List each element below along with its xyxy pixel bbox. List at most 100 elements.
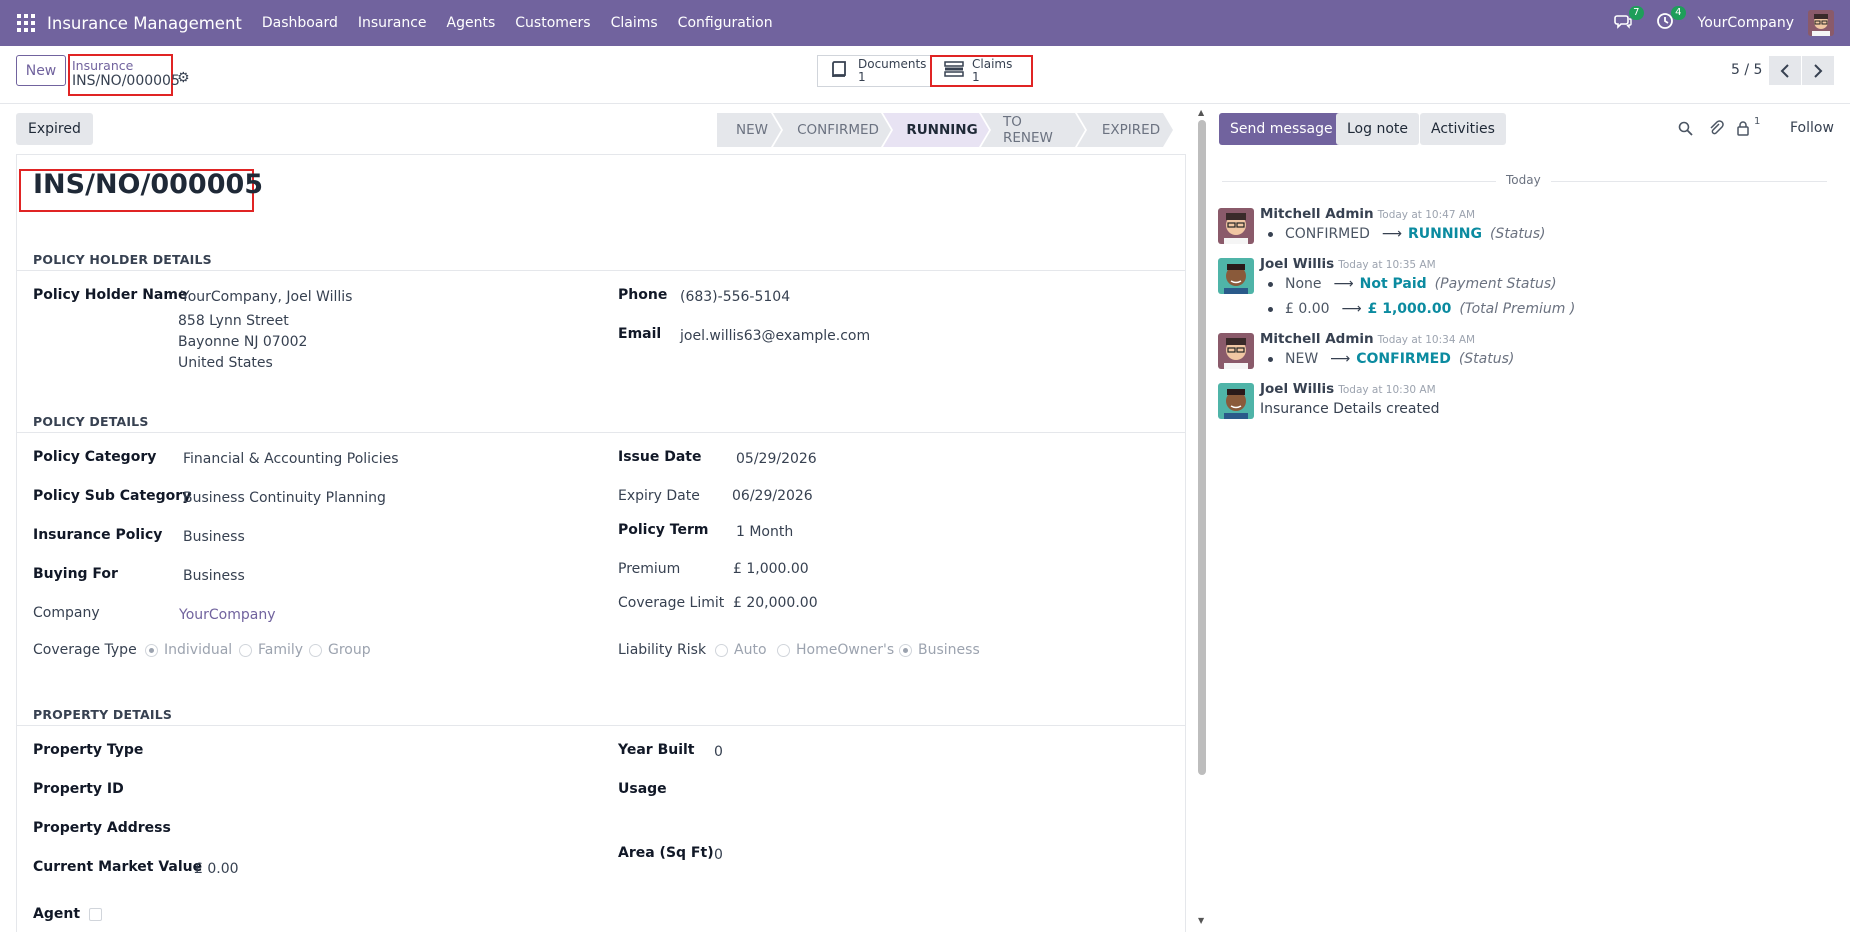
section-divider — [17, 725, 1185, 726]
holder-section-title: POLICY HOLDER DETAILS — [33, 252, 212, 267]
followers-lock-icon[interactable]: 1 — [1736, 116, 1760, 140]
claims-count: 1 — [972, 70, 980, 84]
apps-menu-icon[interactable] — [17, 14, 35, 32]
company-link[interactable]: YourCompany — [179, 607, 276, 623]
market-value-label: Current Market Value — [33, 859, 203, 875]
tracking-line: None ⟶ Not Paid (Payment Status) — [1268, 276, 1557, 292]
avatar[interactable] — [1218, 258, 1254, 294]
tracking-line: NEW ⟶ CONFIRMED (Status) — [1268, 351, 1514, 367]
activities-badge: 4 — [1671, 6, 1686, 20]
expiry-date-field[interactable]: 06/29/2026 — [732, 488, 813, 504]
address-line-2: Bayonne NJ 07002 — [178, 334, 308, 350]
gear-icon[interactable]: ⚙ — [177, 70, 190, 86]
paperclip-icon[interactable] — [1708, 120, 1724, 140]
author-name[interactable]: Mitchell Admin — [1260, 331, 1374, 347]
tracking-line: £ 0.00 ⟶ £ 1,000.00 (Total Premium ) — [1268, 301, 1575, 317]
message-author: Mitchell Admin Today at 10:47 AM — [1260, 206, 1475, 222]
policy-category-field[interactable]: Financial & Accounting Policies — [183, 451, 399, 467]
expiry-date-label: Expiry Date — [618, 488, 700, 504]
send-message-button[interactable]: Send message — [1219, 113, 1344, 145]
menu-dashboard[interactable]: Dashboard — [262, 15, 338, 31]
pager-next-button[interactable] — [1802, 56, 1834, 85]
liability-homeowner-radio[interactable]: HomeOwner's — [777, 642, 894, 658]
follow-button[interactable]: Follow — [1790, 120, 1834, 136]
area-label: Area (Sq Ft) — [618, 845, 714, 861]
premium-label: Premium — [618, 561, 681, 577]
activities-button[interactable]: Activities — [1420, 113, 1506, 145]
coverage-family-radio[interactable]: Family — [239, 642, 303, 658]
company-switcher[interactable]: YourCompany — [1698, 15, 1795, 31]
avatar[interactable] — [1218, 333, 1254, 369]
search-icon[interactable] — [1678, 121, 1693, 140]
stage-running[interactable]: RUNNING — [883, 113, 989, 147]
messages-icon[interactable]: 7 — [1613, 6, 1644, 34]
stage-expired[interactable]: EXPIRED — [1077, 113, 1173, 147]
field-name: (Status) — [1458, 351, 1515, 367]
policy-section-title: POLICY DETAILS — [33, 414, 149, 429]
liability-business-radio[interactable]: Business — [899, 642, 980, 658]
address-line-1: 858 Lynn Street — [178, 313, 289, 329]
stage-to-renew[interactable]: TO RENEW — [981, 113, 1085, 147]
menu-insurance[interactable]: Insurance — [358, 15, 427, 31]
usage-label: Usage — [618, 781, 667, 797]
new-value: CONFIRMED — [1356, 351, 1451, 367]
new-value: RUNNING — [1407, 226, 1482, 242]
buying-for-field[interactable]: Business — [183, 568, 245, 584]
coverage-limit-field[interactable]: £ 20,000.00 — [733, 595, 818, 611]
bullet — [1268, 356, 1273, 362]
menu-customers[interactable]: Customers — [515, 15, 590, 31]
breadcrumb-parent-link[interactable]: Insurance — [72, 59, 169, 72]
area-field[interactable]: 0 — [714, 847, 723, 863]
documents-smart-button[interactable]: Documents 1 — [817, 55, 931, 87]
phone-field[interactable]: (683)-556-5104 — [680, 289, 790, 305]
author-name[interactable]: Mitchell Admin — [1260, 206, 1374, 222]
expired-button[interactable]: Expired — [16, 113, 93, 145]
insurance-policy-field[interactable]: Business — [183, 529, 245, 545]
scroll-down-arrow[interactable]: ▼ — [1198, 916, 1204, 925]
policy-term-field[interactable]: 1 Month — [736, 524, 793, 540]
policy-sub-category-field[interactable]: Business Continuity Planning — [183, 490, 386, 506]
email-label: Email — [618, 326, 662, 342]
year-built-label: Year Built — [618, 742, 695, 758]
year-built-field[interactable]: 0 — [714, 744, 723, 760]
arrow-right-icon: ⟶ — [1381, 226, 1402, 242]
form-scrollbar[interactable] — [1198, 120, 1206, 775]
user-avatar[interactable] — [1808, 10, 1834, 36]
status-row: Expired NEW CONFIRMED RUNNING TO RENEW E… — [16, 113, 1186, 145]
author-name[interactable]: Joel Willis — [1260, 381, 1334, 397]
coverage-individual-radio[interactable]: Individual — [145, 642, 232, 658]
agent-checkbox[interactable] — [89, 908, 102, 921]
field-name: (Status) — [1489, 226, 1546, 242]
email-field[interactable]: joel.willis63@example.com — [680, 328, 870, 344]
stage-confirmed[interactable]: CONFIRMED — [773, 113, 891, 147]
liability-homeowner-label: HomeOwner's — [796, 642, 895, 658]
coverage-type-label: Coverage Type — [33, 642, 137, 658]
menu-agents[interactable]: Agents — [447, 15, 496, 31]
menu-claims[interactable]: Claims — [611, 15, 658, 31]
new-button[interactable]: New — [16, 55, 66, 86]
log-note-button[interactable]: Log note — [1336, 113, 1419, 145]
holder-name-field[interactable]: YourCompany, Joel Willis — [181, 289, 352, 305]
old-value: NEW — [1285, 351, 1319, 367]
coverage-group-label: Group — [328, 642, 371, 658]
app-title[interactable]: Insurance Management — [47, 14, 242, 33]
menu-configuration[interactable]: Configuration — [678, 15, 773, 31]
author-name[interactable]: Joel Willis — [1260, 256, 1334, 272]
activities-clock-icon[interactable]: 4 — [1656, 6, 1686, 34]
chevron-left-icon — [1780, 63, 1789, 78]
policy-sub-category-label: Policy Sub Category — [33, 488, 192, 504]
scroll-up-arrow[interactable]: ▲ — [1198, 108, 1204, 117]
avatar[interactable] — [1218, 208, 1254, 244]
avatar[interactable] — [1218, 383, 1254, 419]
market-value-field[interactable]: £ 0.00 — [194, 861, 239, 877]
issue-date-field[interactable]: 05/29/2026 — [736, 451, 817, 467]
phone-label: Phone — [618, 287, 668, 303]
liability-auto-radio[interactable]: Auto — [715, 642, 767, 658]
premium-field[interactable]: £ 1,000.00 — [733, 561, 809, 577]
claims-smart-button[interactable]: Claims 1 — [930, 55, 1033, 87]
stage-new[interactable]: NEW — [717, 113, 781, 147]
company-label: Company — [33, 605, 100, 621]
coverage-group-radio[interactable]: Group — [309, 642, 371, 658]
pager-previous-button[interactable] — [1769, 56, 1801, 85]
pager-value[interactable]: 5 / 5 — [1731, 62, 1762, 78]
